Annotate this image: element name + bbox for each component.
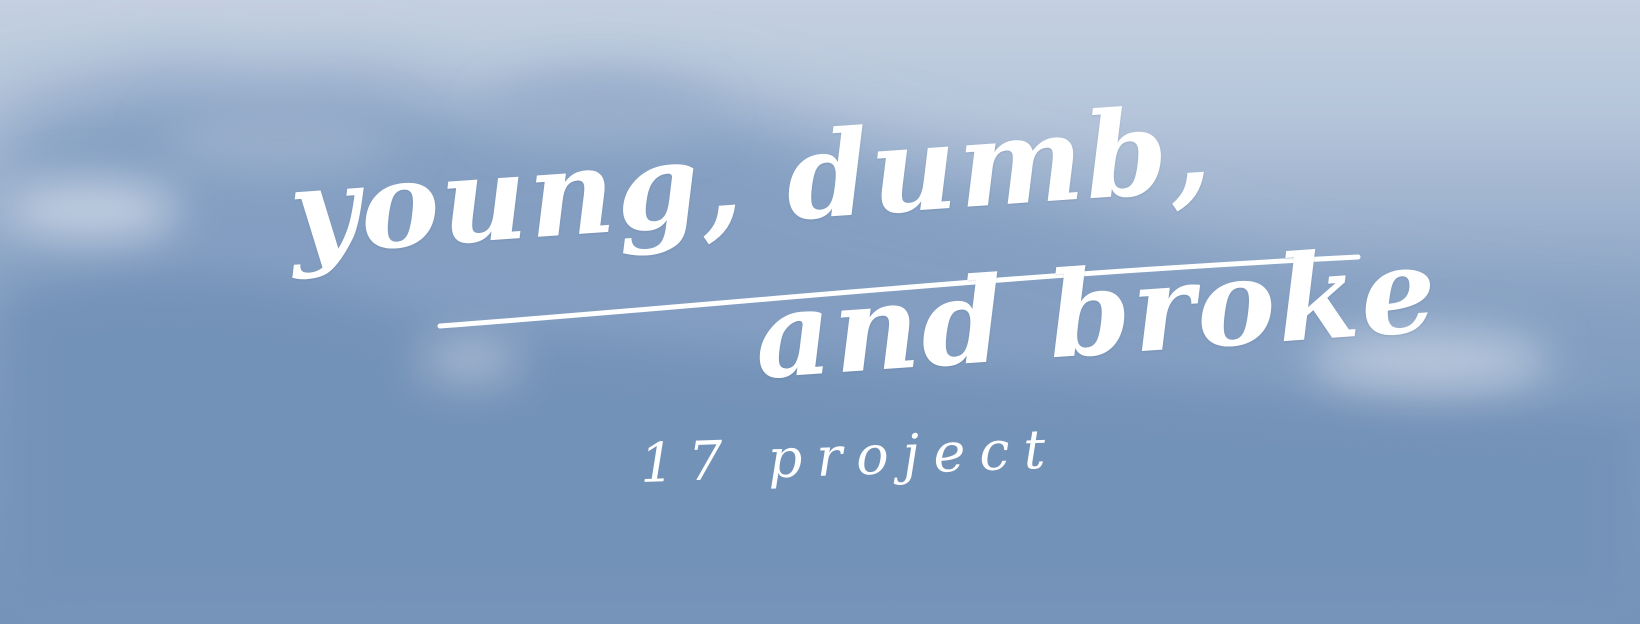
header-banner: young, dumb, and broke 17 project [0,0,1640,624]
